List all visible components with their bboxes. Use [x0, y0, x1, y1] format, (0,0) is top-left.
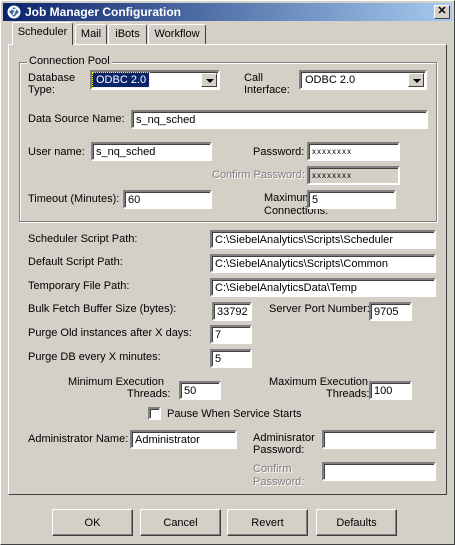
pause-when-service-starts-checkbox[interactable] [148, 407, 161, 420]
timeout-label: Timeout (Minutes): [28, 193, 120, 205]
max-connections-label-line1: Maximum [264, 192, 312, 204]
purge-old-instances-field[interactable]: 7 [210, 325, 252, 344]
dialog-window: 7 Job Manager Configuration ✕ Scheduler … [0, 0, 455, 545]
tab-workflow[interactable]: Workflow [148, 24, 206, 44]
database-type-dropdown-arrow-icon[interactable] [201, 73, 217, 87]
title-bar[interactable]: 7 Job Manager Configuration ✕ [3, 3, 452, 21]
tab-mail[interactable]: Mail [75, 24, 107, 44]
bulk-fetch-buffer-field[interactable]: 33792 [212, 302, 252, 321]
max-threads-label-line1: Maximum Execution [269, 376, 369, 388]
admin-confirm-password-label-line2: Password: [253, 476, 305, 488]
app-icon: 7 [6, 4, 22, 20]
purge-db-label: Purge DB every X minutes: [28, 351, 161, 363]
database-type-label-line2: Type: [28, 84, 55, 96]
scheduler-script-path-field[interactable]: C:\SiebelAnalytics\Scripts\Scheduler [210, 230, 436, 249]
tab-scheduler[interactable]: Scheduler [12, 22, 73, 45]
database-type-select[interactable]: ODBC 2.0 [90, 70, 220, 90]
call-interface-value: ODBC 2.0 [305, 74, 356, 86]
connection-pool-label: Connection Pool [27, 55, 112, 67]
password-field[interactable]: xxxxxxxx [307, 142, 400, 161]
purge-old-instances-label: Purge Old instances after X days: [28, 327, 192, 339]
admin-password-field[interactable] [322, 430, 436, 449]
purge-db-field[interactable]: 5 [210, 349, 252, 368]
pause-when-service-starts-label[interactable]: Pause When Service Starts [167, 408, 302, 420]
max-threads-field[interactable]: 100 [369, 381, 412, 400]
admin-confirm-password-field[interactable] [322, 462, 436, 481]
call-interface-select[interactable]: ODBC 2.0 [299, 70, 427, 90]
window-title: Job Manager Configuration [25, 5, 181, 19]
data-source-name-label: Data Source Name: [28, 113, 125, 125]
scheduler-script-path-label: Scheduler Script Path: [28, 233, 138, 245]
timeout-field[interactable]: 60 [123, 190, 212, 209]
min-threads-label-line1: Minimum Execution [68, 376, 164, 388]
database-type-value: ODBC 2.0 [91, 72, 151, 88]
close-button[interactable]: ✕ [434, 5, 450, 19]
min-threads-field[interactable]: 50 [179, 381, 221, 400]
confirm-password-label: Confirm Password: [212, 169, 305, 181]
temporary-file-path-field[interactable]: C:\SiebelAnalyticsData\Temp [210, 278, 436, 297]
admin-password-label-line2: Password: [253, 444, 305, 456]
password-label: Password: [253, 146, 305, 158]
default-script-path-field[interactable]: C:\SiebelAnalytics\Scripts\Common [210, 254, 436, 273]
user-name-label: User name: [28, 146, 85, 158]
call-interface-label-line2: Interface: [244, 84, 290, 96]
administrator-name-field[interactable]: Administrator [130, 430, 237, 449]
bulk-fetch-buffer-label: Bulk Fetch Buffer Size (bytes): [28, 303, 177, 315]
default-script-path-label: Default Script Path: [28, 256, 123, 268]
server-port-field[interactable]: 9705 [369, 302, 412, 321]
confirm-password-field: xxxxxxxx [307, 166, 400, 185]
max-threads-label-line2: Threads: [326, 388, 370, 400]
cancel-button[interactable]: Cancel [140, 509, 221, 536]
temporary-file-path-label: Temporary File Path: [28, 280, 130, 292]
admin-confirm-password-label-line1: Confirm [253, 463, 292, 475]
min-threads-label-line2: Threads: [127, 388, 171, 400]
database-type-label-line1: Database [28, 72, 76, 84]
revert-button[interactable]: Revert [227, 509, 308, 536]
call-interface-label-line1: Call [244, 72, 263, 84]
administrator-name-label: Administrator Name: [28, 433, 129, 445]
tab-ibots[interactable]: iBots [108, 24, 147, 44]
svg-text:7: 7 [11, 8, 17, 17]
defaults-button[interactable]: Defaults [316, 509, 397, 536]
call-interface-dropdown-arrow-icon[interactable] [408, 73, 424, 87]
user-name-field[interactable]: s_nq_sched [91, 142, 212, 161]
server-port-label: Server Port Number: [269, 303, 370, 315]
data-source-name-field[interactable]: s_nq_sched [131, 110, 428, 129]
admin-password-label-line1: Adminisrator [253, 432, 315, 444]
ok-button[interactable]: OK [52, 509, 133, 536]
max-connections-field[interactable]: 5 [307, 190, 396, 209]
